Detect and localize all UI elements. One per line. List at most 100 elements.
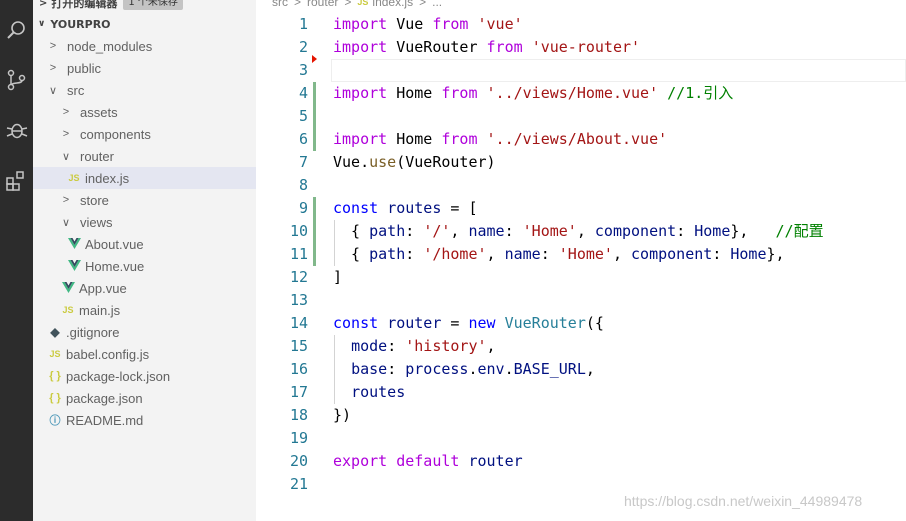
tree-item[interactable]: { } package-lock.json: [33, 365, 256, 387]
code-line[interactable]: { path: '/', name: 'Home', component: Ho…: [333, 220, 824, 243]
code-token: ,: [486, 245, 505, 263]
code-token: mode: [351, 337, 388, 355]
code-token: :: [405, 245, 424, 263]
code-token: .: [360, 153, 370, 171]
tree-item[interactable]: ∨ src: [33, 79, 256, 101]
tree-item[interactable]: JS main.js: [33, 299, 256, 321]
tree-item[interactable]: JS babel.config.js: [33, 343, 256, 365]
breadcrumb-item-more[interactable]: ...: [432, 0, 442, 9]
code-token: :: [405, 222, 424, 240]
code-line[interactable]: const router = new VueRouter({: [333, 312, 604, 335]
code-token: new: [468, 314, 496, 332]
tree-item[interactable]: > assets: [33, 101, 256, 123]
breadcrumb-item-src[interactable]: src: [272, 0, 288, 9]
line-number: 12: [289, 268, 308, 286]
code-line[interactable]: Vue.use(VueRouter): [333, 151, 496, 174]
git-file-icon: ◆: [50, 325, 60, 339]
debug-icon[interactable]: [0, 110, 33, 150]
code-line[interactable]: import Home from '../views/Home.vue' //1…: [333, 82, 733, 105]
code-token: path: [369, 245, 406, 263]
chevron-right-icon: >: [62, 106, 70, 118]
tree-item[interactable]: { } package.json: [33, 387, 256, 409]
code-token: Home: [730, 245, 767, 263]
breadcrumb-item-router[interactable]: router: [307, 0, 338, 9]
code-token: :: [540, 245, 559, 263]
code-token: ]: [333, 268, 343, 286]
tree-item-label: Home.vue: [85, 258, 145, 274]
code-token: name: [468, 222, 505, 240]
modified-lines-bar[interactable]: [313, 82, 316, 151]
code-token: 'history': [405, 337, 487, 355]
code-line[interactable]: import Home from '../views/About.vue': [333, 128, 667, 151]
code-line[interactable]: mode: 'history',: [333, 335, 496, 358]
code-token: },: [766, 245, 785, 263]
tree-item[interactable]: > node_modules: [33, 35, 256, 57]
chevron-down-icon: ∨: [48, 84, 58, 97]
code-line[interactable]: { path: '/home', name: 'Home', component…: [333, 243, 785, 266]
chevron-right-icon: >: [49, 62, 57, 74]
deleted-lines-marker[interactable]: [312, 55, 317, 63]
project-header[interactable]: ∨ YOURPRO: [33, 14, 256, 34]
code-editor[interactable]: 1 import Vue from 'vue' 2 import VueRouter …: [256, 13, 906, 521]
chevron-down-icon: ∨: [61, 216, 71, 229]
line-number: 14: [289, 314, 308, 332]
code-line[interactable]: export default router: [333, 450, 523, 473]
vue-file-icon: [60, 281, 76, 295]
tree-item[interactable]: ∨ router: [33, 145, 256, 167]
code-token: path: [369, 222, 406, 240]
tree-item[interactable]: > store: [33, 189, 256, 211]
current-line-highlight: [331, 59, 906, 82]
modified-lines-bar[interactable]: [313, 197, 316, 266]
code-line[interactable]: base: process.env.BASE_URL,: [333, 358, 595, 381]
tree-item[interactable]: Home.vue: [33, 255, 256, 277]
search-icon[interactable]: [0, 10, 33, 50]
line-number: 20: [289, 452, 308, 470]
code-line[interactable]: const routes = [: [333, 197, 478, 220]
code-token: router: [468, 452, 523, 470]
tree-item[interactable]: > components: [33, 123, 256, 145]
source-control-icon[interactable]: [0, 60, 33, 100]
vue-file-icon: [66, 259, 82, 273]
line-number: 1: [298, 15, 308, 33]
tree-item[interactable]: > public: [33, 57, 256, 79]
tree-item[interactable]: ⓘ README.md: [33, 409, 256, 431]
code-line[interactable]: import Vue from 'vue': [333, 13, 523, 36]
code-token: '/': [423, 222, 451, 240]
tree-item[interactable]: ◆ .gitignore: [33, 321, 256, 343]
js-file-icon: JS: [357, 0, 369, 7]
code-token: VueRouter: [387, 38, 487, 56]
code-token: const: [333, 199, 379, 217]
tree-item-label: index.js: [85, 170, 130, 186]
line-number: 18: [289, 406, 308, 424]
code-line[interactable]: ]: [333, 266, 342, 289]
code-token: process: [405, 360, 469, 378]
tree-item-label: package-lock.json: [66, 368, 171, 384]
tree-item[interactable]: ∨ views: [33, 211, 256, 233]
code-token: env: [477, 360, 505, 378]
open-editors-header[interactable]: > 打开的编辑器 1 个未保存: [33, 0, 256, 12]
tree-item-label: .gitignore: [66, 324, 120, 340]
tree-item[interactable]: About.vue: [33, 233, 256, 255]
chevron-right-icon: >: [39, 0, 48, 9]
code-token: from: [441, 130, 478, 148]
code-line[interactable]: }): [333, 404, 351, 427]
breadcrumb-item-file[interactable]: index.js: [372, 0, 413, 9]
code-token: :: [387, 360, 406, 378]
extensions-icon[interactable]: [0, 160, 33, 200]
tree-item[interactable]: JS index.js: [33, 167, 256, 189]
code-token: import: [333, 38, 388, 56]
line-number: 9: [298, 199, 308, 217]
tree-item[interactable]: App.vue: [33, 277, 256, 299]
code-token: .: [504, 360, 514, 378]
code-token: Home: [694, 222, 731, 240]
code-token: //配置: [775, 222, 824, 240]
code-line[interactable]: routes: [333, 381, 405, 404]
tree-item-label: README.md: [66, 412, 144, 428]
code-token: },: [730, 222, 776, 240]
code-line[interactable]: import VueRouter from 'vue-router': [333, 36, 640, 59]
code-token: ,: [450, 222, 469, 240]
